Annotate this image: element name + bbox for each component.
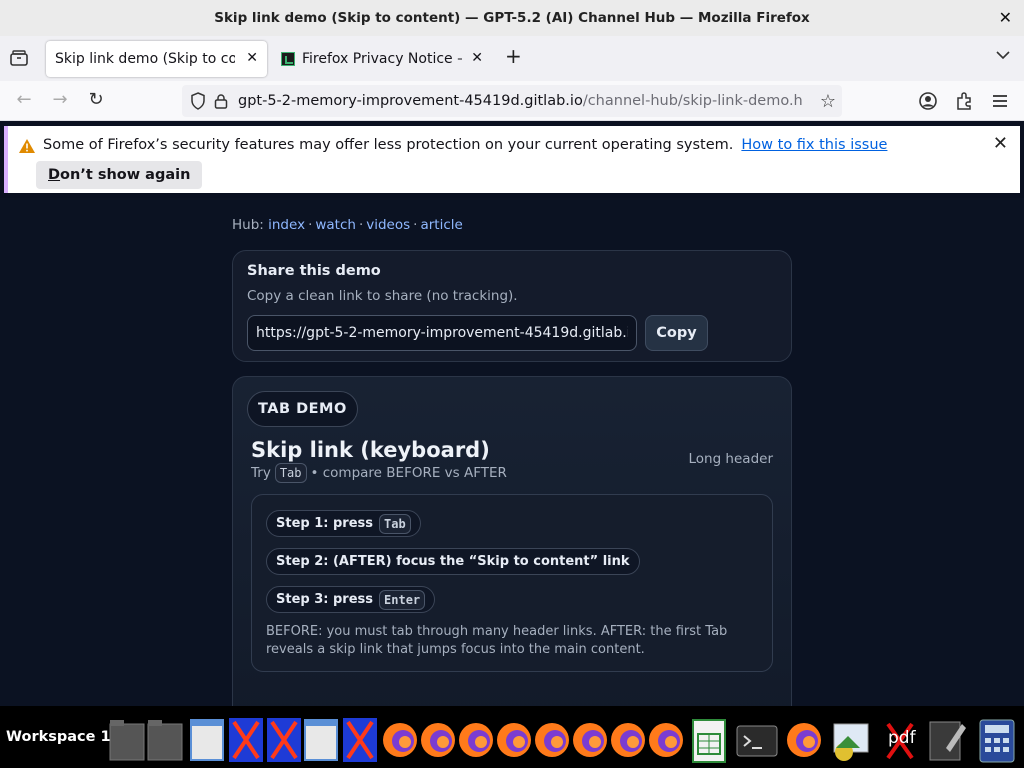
step-text: Step 3: press [276,592,374,607]
firefox-icon[interactable] [380,712,420,764]
terminal-favicon-icon [281,52,295,66]
tab-demo-pill: TAB DEMO [247,391,358,427]
step-key: Enter [379,589,426,610]
warning-icon [19,139,35,153]
account-icon[interactable] [917,90,939,112]
navigation-bar: ← → ↻ gpt-5-2-memory-improvement-45419d.… [0,81,1024,121]
button-label: on’t show again [60,167,191,183]
try-suffix: • compare BEFORE vs AFTER [310,465,507,481]
window-icon[interactable] [188,712,228,764]
tab-skip-link-demo[interactable]: Skip link demo (Skip to content) ✕ [46,41,267,77]
collections-icon[interactable] [10,50,28,66]
forward-button[interactable]: → [48,89,72,110]
page-content: Hub: index · watch · videos · article Share th… [0,198,1024,706]
how-to-fix-link[interactable]: How to fix this issue [741,137,887,153]
tracking-shield-icon[interactable] [190,92,206,110]
firefox-icon[interactable] [456,712,496,764]
taskbar: Workspace 1 pdf [0,706,1024,768]
share-url-input[interactable] [247,315,637,351]
new-tab-button[interactable]: + [505,44,522,68]
terminal-icon[interactable] [736,712,778,764]
tab-label: Skip link demo (Skip to content) [55,51,235,67]
url-text[interactable]: gpt-5-2-memory-improvement-45419d.gitlab… [238,93,803,109]
firefox-icon[interactable] [784,712,824,764]
pdf-label: pdf [888,728,916,748]
extensions-icon[interactable] [953,90,975,112]
image-viewer-icon[interactable] [830,712,870,764]
step-1: Step 1: press Tab [266,510,421,537]
tab-key: Tab [274,463,307,483]
step-3: Step 3: press Enter [266,586,436,613]
spreadsheet-icon[interactable] [688,712,728,764]
share-card: Share this demo Copy a clean link to sha… [232,250,792,362]
firefox-icon[interactable] [494,712,534,764]
hub-link-article[interactable]: article [420,217,462,233]
tab-list-chevron-icon[interactable] [996,50,1010,60]
dont-show-again-button[interactable]: Don’t show again [36,161,203,189]
url-path: /channel-hub/skip-link-demo.html [582,93,803,109]
notification-close-icon[interactable]: ✕ [993,133,1008,154]
try-line: Try Tab • compare BEFORE vs AFTER [251,463,507,483]
share-title: Share this demo [247,263,381,279]
pdf-icon[interactable]: pdf [880,712,920,764]
hub-breadcrumb: Hub: index · watch · videos · article [232,217,463,233]
calculator-icon[interactable] [976,712,1016,764]
window-icon[interactable] [302,712,342,764]
try-prefix: Try [251,465,271,481]
firefox-icon[interactable] [570,712,610,764]
window-title: Skip link demo (Skip to content) — GPT-5… [214,10,810,26]
hub-link-watch[interactable]: watch [315,217,356,233]
steps-description: BEFORE: you must tab through many header… [266,624,728,657]
text-editor-icon[interactable] [926,712,966,764]
hub-prefix: Hub: [232,217,264,233]
lock-icon[interactable] [214,93,228,109]
steps-panel: Step 1: press Tab Step 2: (AFTER) focus … [251,494,773,672]
reload-button[interactable]: ↻ [84,89,108,110]
separator: · [413,217,418,233]
long-header-toggle[interactable]: Long header [688,451,773,467]
tab-close-icon[interactable]: ✕ [246,50,258,66]
tab-label: Firefox Privacy Notice — Mozilla [302,51,462,67]
window-close-icon[interactable]: ✕ [999,8,1012,27]
separator: · [308,217,313,233]
step-text: Step 2: (AFTER) focus the “Skip to conte… [276,554,630,569]
editor-icon[interactable] [264,712,304,764]
editor-icon[interactable] [340,712,380,764]
back-button[interactable]: ← [12,89,36,110]
bookmark-star-icon[interactable]: ☆ [820,91,836,112]
share-subtitle: Copy a clean link to share (no tracking)… [247,288,518,304]
security-notification-bar: Some of Firefox’s security features may … [4,126,1020,193]
tab-demo-card: TAB DEMO Skip link (keyboard) Try Tab • … [232,376,792,706]
editor-icon[interactable] [226,712,266,764]
demo-heading: Skip link (keyboard) [251,438,490,462]
address-bar[interactable]: gpt-5-2-memory-improvement-45419d.gitlab… [182,85,842,117]
hub-link-index[interactable]: index [268,217,305,233]
hub-link-videos[interactable]: videos [366,217,410,233]
notification-message: Some of Firefox’s security features may … [43,137,887,153]
firefox-icon[interactable] [608,712,648,764]
button-accesskey: D [48,167,61,183]
tab-firefox-privacy-notice[interactable]: Firefox Privacy Notice — Mozilla ✕ [272,41,492,77]
notification-text: Some of Firefox’s security features may … [43,137,734,153]
firefox-icon[interactable] [646,712,686,764]
files-icon[interactable] [108,712,148,764]
tab-close-icon[interactable]: ✕ [471,50,483,66]
step-text: Step 1: press [276,516,374,531]
menu-hamburger-icon[interactable] [989,90,1011,112]
step-key: Tab [379,513,411,534]
separator: · [358,217,364,233]
files-icon[interactable] [146,712,186,764]
firefox-icon[interactable] [532,712,572,764]
step-2: Step 2: (AFTER) focus the “Skip to conte… [266,548,640,575]
window-titlebar: Skip link demo (Skip to content) — GPT-5… [0,0,1024,36]
workspace-label[interactable]: Workspace 1 [6,729,111,745]
url-host: gpt-5-2-memory-improvement-45419d.gitlab… [238,93,583,109]
copy-button[interactable]: Copy [645,315,708,351]
firefox-icon[interactable] [418,712,458,764]
